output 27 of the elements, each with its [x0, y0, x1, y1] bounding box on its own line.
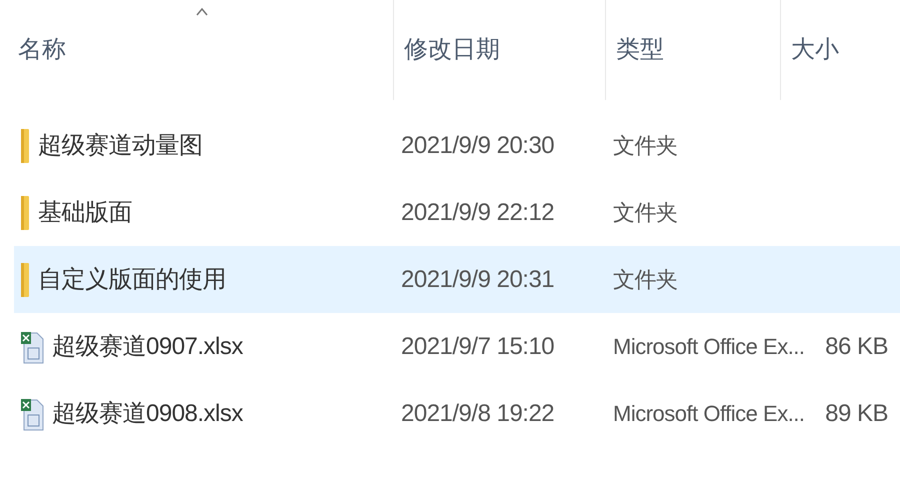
- file-size: 89 KB: [825, 398, 888, 428]
- file-type: 文件夹: [613, 266, 678, 292]
- column-header[interactable]: 修改日期: [402, 32, 502, 68]
- file-type: 文件夹: [613, 132, 678, 158]
- folder-icon: [20, 262, 30, 296]
- file-name: 基础版面: [38, 198, 132, 228]
- file-type: Microsoft Office Ex...: [613, 400, 805, 426]
- file-name: 自定义版面的使用: [38, 264, 226, 294]
- modified-date: 2021/9/9 22:12: [401, 198, 554, 226]
- modified-date: 2021/9/7 15:10: [401, 332, 554, 360]
- file-name: 超级赛道0908.xlsx: [52, 398, 243, 428]
- spreadsheet-file-icon: [20, 396, 44, 430]
- spreadsheet-file-icon: [20, 330, 44, 364]
- modified-date: 2021/9/8 19:22: [401, 400, 554, 426]
- file-type: 文件夹: [613, 200, 678, 224]
- folder-icon: [20, 128, 30, 162]
- file-size: 86 KB: [825, 332, 888, 362]
- modified-date: 2021/9/9 20:30: [401, 132, 554, 158]
- column-header[interactable]: 类型: [614, 32, 666, 68]
- folder-icon: [20, 196, 30, 230]
- file-row[interactable]: 自定义版面的使用 2021/9/9 20:31 文件夹: [14, 246, 900, 313]
- file-name: 超级赛道0907.xlsx: [52, 332, 243, 362]
- file-name: 超级赛道动量图: [38, 130, 202, 160]
- column-header[interactable]: 大小: [789, 32, 841, 68]
- file-type: Microsoft Office Ex...: [613, 334, 805, 358]
- modified-date: 2021/9/9 20:31: [401, 266, 554, 292]
- column-header[interactable]: 名称: [16, 32, 68, 68]
